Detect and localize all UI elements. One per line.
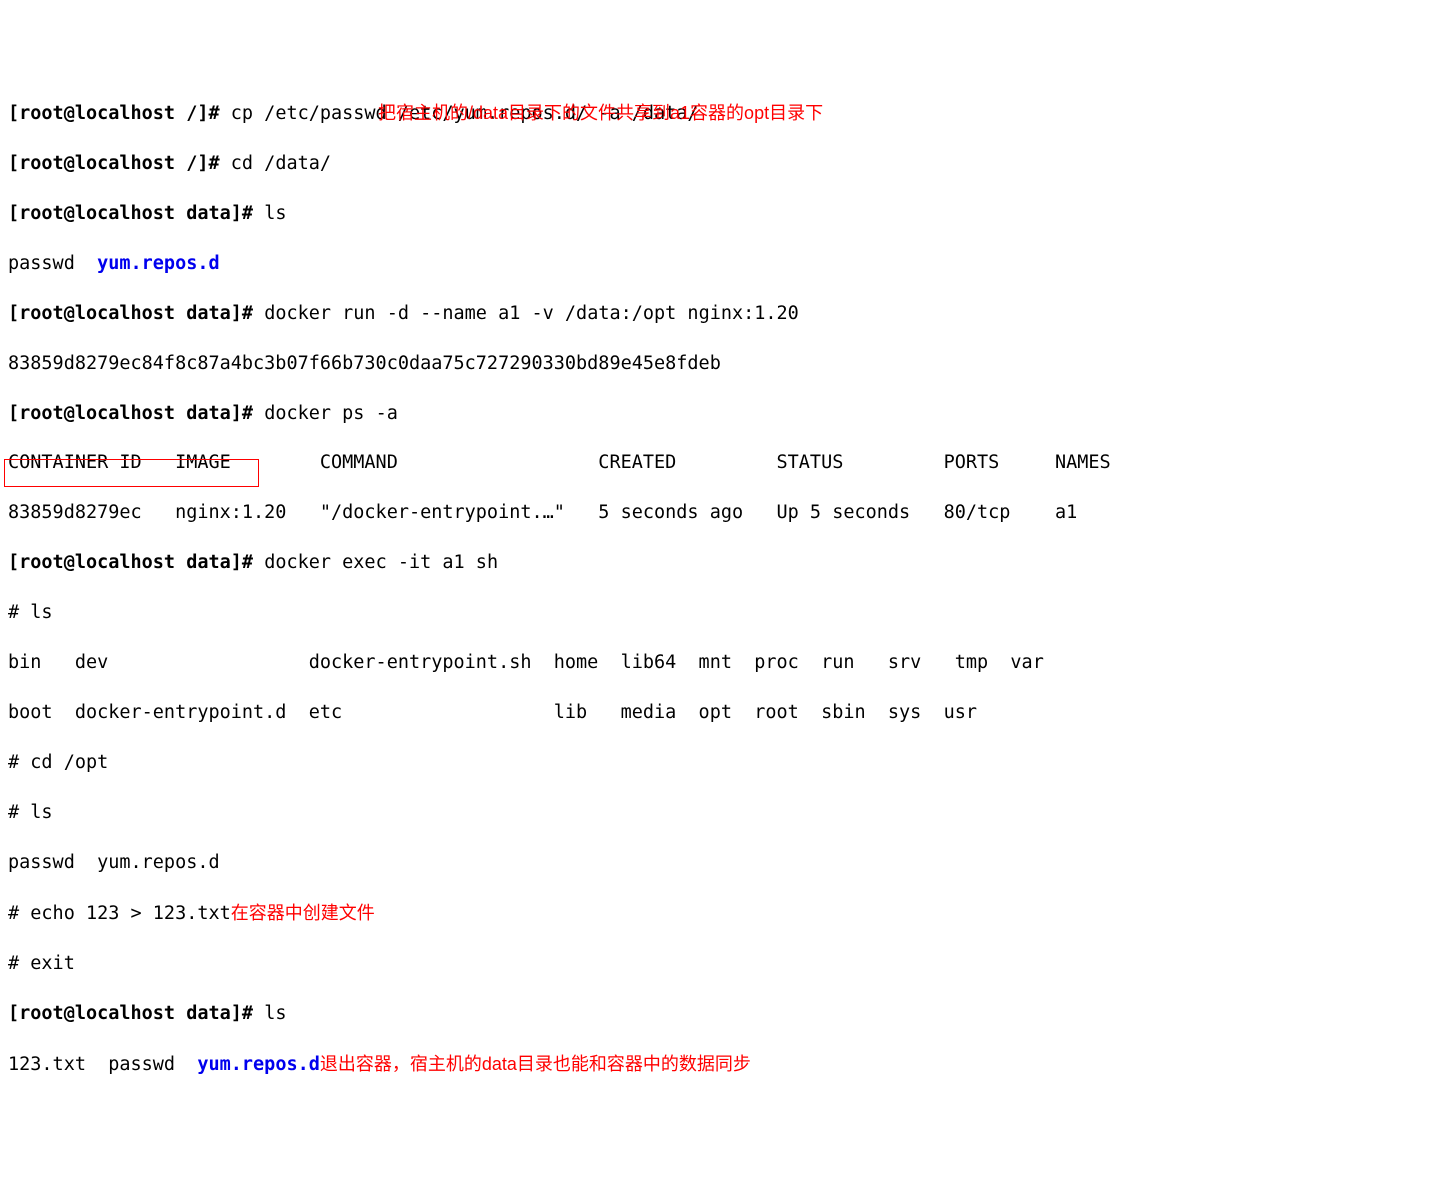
cmd-ls: ls [30,602,52,623]
rootfs-row2: boot docker-entrypoint.d etc lib media o… [8,702,977,723]
prompt-hash: # [8,802,30,823]
prompt-hash: # [8,752,30,773]
cmd-ls: ls [264,203,286,224]
cmd-cd-data: cd /data/ [231,153,331,174]
line-rootfs-1: bin dev docker-entrypoint.sh home lib64 … [8,651,1429,676]
container-id-full: 83859d8279ec84f8c87a4bc3b07f66b730c0daa7… [8,353,721,374]
prompt: [root@localhost data]# [8,552,264,573]
prompt-hash: # [8,953,30,974]
annotation-create: 在容器中创建文件 [231,903,375,923]
cmd-docker-run: docker run -d --name a1 -v /data:/opt ng… [264,303,799,324]
line-opt-out: passwd yum.repos.d [8,851,1429,876]
prompt: [root@localhost /]# [8,103,231,124]
line-docker-exec: [root@localhost data]# docker exec -it a… [8,551,1429,576]
opt-contents: passwd yum.repos.d [8,852,220,873]
prompt-hash: # [8,903,30,924]
prompt: [root@localhost data]# [8,1003,264,1024]
cmd-exit: exit [30,953,75,974]
line-sh-ls2: # ls [8,801,1429,826]
annotation-share: 把宿主机的/data目录下的文件共享到a1容器的opt目录下 [378,101,823,125]
ps-row: 83859d8279ec nginx:1.20 "/docker-entrypo… [8,502,1077,523]
line-ls-final: [root@localhost data]# ls [8,1002,1429,1027]
line-ls-final-out: 123.txt passwd yum.repos.d退出容器，宿主机的data目… [8,1052,1429,1078]
annotation-sync: 退出容器，宿主机的data目录也能和容器中的数据同步 [320,1054,751,1074]
line-cd-data: [root@localhost /]# cd /data/ [8,152,1429,177]
file-passwd: passwd [8,253,97,274]
line-exit: # exit [8,952,1429,977]
line-ls1: [root@localhost data]# ls [8,202,1429,227]
line-docker-run: [root@localhost data]# docker run -d --n… [8,302,1429,327]
highlight-box [4,459,259,487]
cmd-cd-opt: cd /opt [30,752,108,773]
prompt: [root@localhost data]# [8,303,264,324]
prompt: [root@localhost /]# [8,153,231,174]
cmd-docker-ps: docker ps -a [264,403,398,424]
prompt-hash: # [8,602,30,623]
rootfs-row1: bin dev docker-entrypoint.sh home lib64 … [8,652,1044,673]
file-123: 123.txt passwd [8,1054,197,1075]
line-run-id: 83859d8279ec84f8c87a4bc3b07f66b730c0daa7… [8,352,1429,377]
cmd-ls: ls [30,802,52,823]
cmd-echo: echo 123 > 123.txt [30,903,230,924]
line-ps-row: 83859d8279ec nginx:1.20 "/docker-entrypo… [8,501,1429,526]
prompt: [root@localhost data]# [8,203,264,224]
dir-yum: yum.repos.d [197,1054,320,1075]
line-docker-ps: [root@localhost data]# docker ps -a [8,402,1429,427]
cmd-ls: ls [264,1003,286,1024]
line-rootfs-2: boot docker-entrypoint.d etc lib media o… [8,701,1429,726]
line-cd-opt: # cd /opt [8,751,1429,776]
dir-yum: yum.repos.d [97,253,220,274]
cmd-docker-exec: docker exec -it a1 sh [264,552,498,573]
line-echo: # echo 123 > 123.txt在容器中创建文件 [8,901,1429,927]
prompt: [root@localhost data]# [8,403,264,424]
line-sh-ls: # ls [8,601,1429,626]
line-ls1-out: passwd yum.repos.d [8,252,1429,277]
